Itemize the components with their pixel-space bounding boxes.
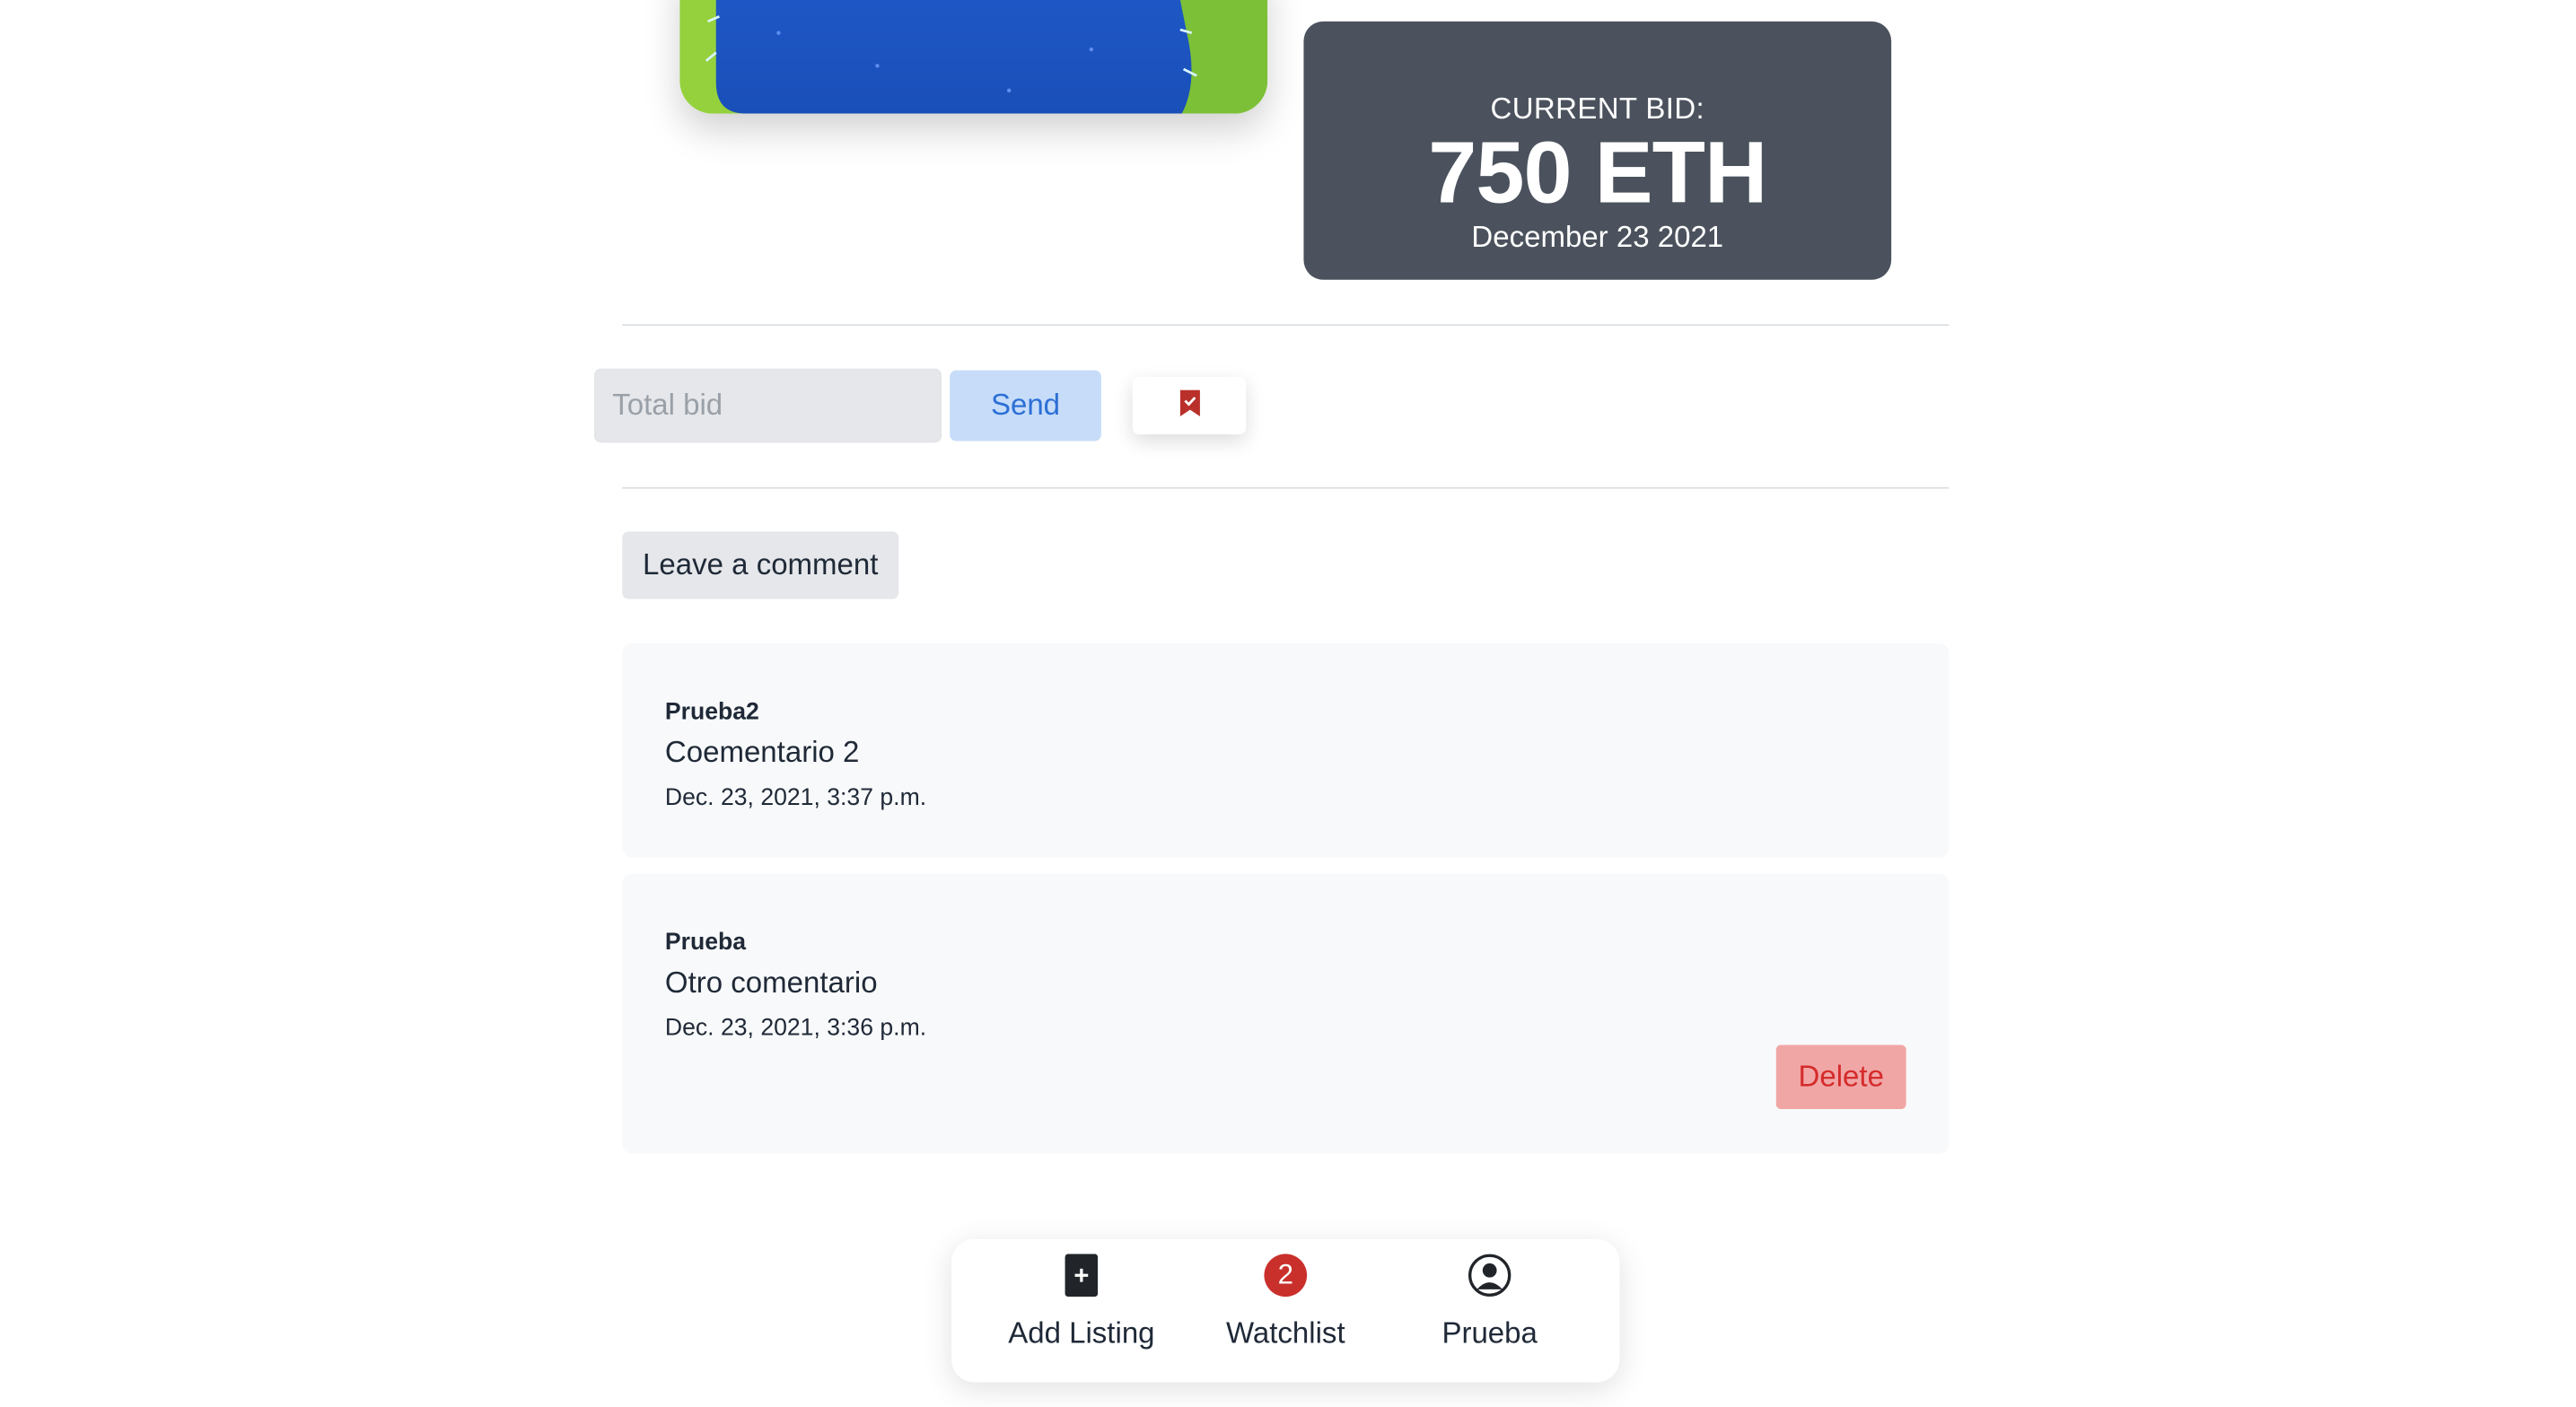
watchlist-count: 2 bbox=[1264, 1254, 1308, 1298]
nav-watchlist-label: Watchlist bbox=[1225, 1316, 1345, 1350]
user-circle-icon bbox=[1468, 1254, 1511, 1297]
nav-profile[interactable]: Prueba bbox=[1415, 1239, 1564, 1383]
comment-text: Otro comentario bbox=[664, 966, 878, 1000]
nav-profile-label: Prueba bbox=[1441, 1316, 1538, 1350]
send-bid-button[interactable]: Send bbox=[950, 370, 1101, 441]
comment-author: Prueba2 bbox=[664, 699, 759, 726]
nav-add-listing[interactable]: Add Listing bbox=[1007, 1239, 1155, 1383]
listing-page: CURRENT BID: 750 ETH December 23 2021 Se… bbox=[0, 0, 2576, 1407]
nav-add-listing-label: Add Listing bbox=[1008, 1316, 1155, 1350]
comment-card: Prueba2 Coementario 2 Dec. 23, 2021, 3:3… bbox=[622, 643, 1950, 858]
current-bid-date: December 23 2021 bbox=[1471, 220, 1724, 254]
nft-image bbox=[679, 0, 1268, 114]
leave-comment-button[interactable]: Leave a comment bbox=[622, 531, 899, 599]
nav-watchlist[interactable]: 2 Watchlist bbox=[1212, 1239, 1360, 1383]
delete-comment-button[interactable]: Delete bbox=[1775, 1044, 1906, 1110]
current-bid-amount: 750 ETH bbox=[1428, 125, 1767, 223]
divider bbox=[622, 486, 1950, 489]
watchlist-toggle-button[interactable] bbox=[1132, 376, 1247, 435]
comment-author: Prueba bbox=[664, 930, 747, 957]
current-bid-label: CURRENT BID: bbox=[1490, 92, 1705, 126]
comment-timestamp: Dec. 23, 2021, 3:36 p.m. bbox=[664, 1015, 927, 1042]
total-bid-input[interactable] bbox=[594, 368, 942, 443]
current-bid-card: CURRENT BID: 750 ETH December 23 2021 bbox=[1303, 21, 1892, 280]
comment-timestamp: Dec. 23, 2021, 3:37 p.m. bbox=[664, 784, 927, 812]
bottom-nav: Add Listing 2 Watchlist Prueba bbox=[951, 1238, 1620, 1383]
bookmark-check-icon bbox=[1178, 389, 1201, 422]
comment-card: Prueba Otro comentario Dec. 23, 2021, 3:… bbox=[622, 873, 1950, 1154]
add-file-icon bbox=[1060, 1254, 1103, 1298]
comment-text: Coementario 2 bbox=[664, 735, 860, 769]
watchlist-count-badge: 2 bbox=[1264, 1254, 1308, 1298]
divider bbox=[622, 324, 1950, 327]
